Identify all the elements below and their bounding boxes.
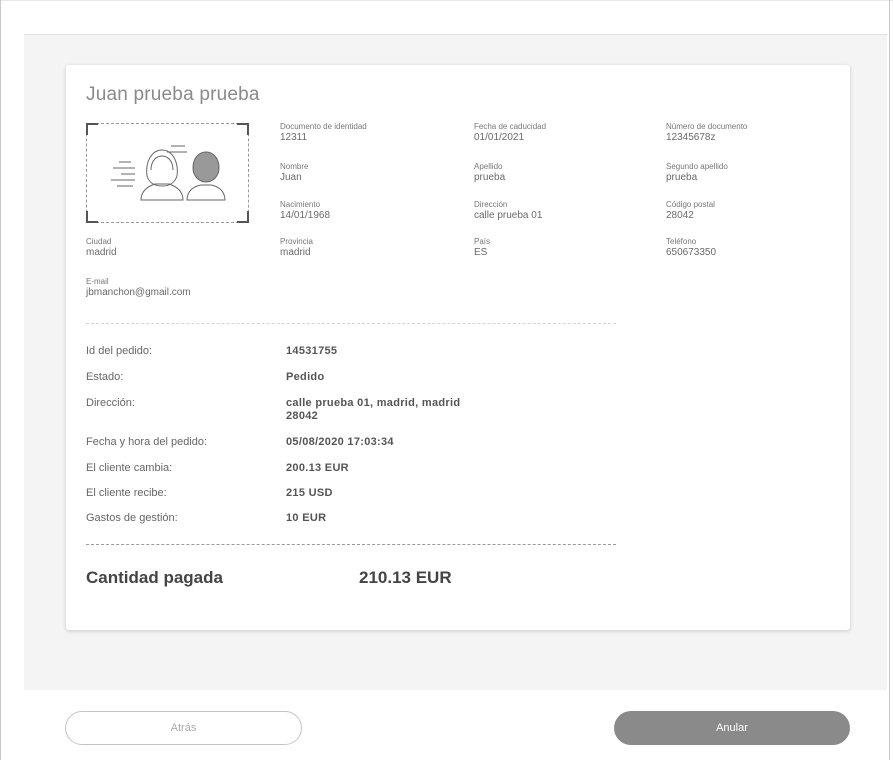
field-value: 28042 (666, 209, 694, 221)
field-label: Código postal (666, 200, 715, 209)
order-label: Dirección: (86, 397, 135, 409)
field-value: 650673350 (666, 246, 717, 258)
field-surname: Apellido prueba (474, 162, 506, 183)
field-value: Juan (280, 171, 302, 183)
field-country: País ES (474, 237, 491, 258)
field-label: Documento de identidad (280, 122, 367, 131)
field-label: Fecha de caducidad (474, 122, 547, 131)
id-document-people-icon (111, 145, 226, 201)
total-label: Cantidad pagada (86, 568, 223, 587)
field-label: Apellido (474, 162, 503, 171)
window-left-border (0, 0, 1, 760)
order-card: Juan prueba prueba Documento de identida… (66, 65, 850, 630)
field-address: Dirección calle prueba 01 (474, 200, 543, 221)
field-value: prueba (474, 171, 506, 183)
field-second-surname: Segundo apellido prueba (666, 162, 728, 183)
order-value: calle prueba 01, madrid, madrid (286, 397, 461, 409)
order-label: El cliente cambia: (86, 462, 173, 474)
back-button[interactable]: Atrás (65, 711, 302, 745)
field-phone: Teléfono 650673350 (666, 237, 717, 258)
field-label: Nombre (280, 162, 309, 171)
field-value: 14/01/1968 (280, 209, 331, 221)
field-label: Dirección (474, 200, 508, 209)
total-divider (86, 544, 616, 545)
field-label: Segundo apellido (666, 162, 728, 171)
field-label: Provincia (280, 237, 313, 246)
order-label: Estado: (86, 371, 124, 383)
customer-name: Juan prueba prueba (86, 84, 260, 105)
field-value: ES (474, 246, 488, 258)
id-document-frame (86, 123, 249, 223)
field-value: calle prueba 01 (474, 209, 543, 221)
field-value: 12311 (280, 131, 308, 143)
order-label: Gastos de gestión: (86, 512, 178, 524)
field-label: E-mail (86, 277, 109, 286)
field-province: Provincia madrid (280, 237, 313, 258)
field-value: madrid (86, 246, 117, 258)
order-value: 14531755 (286, 345, 338, 357)
order-value: 10 EUR (286, 512, 327, 524)
field-label: Teléfono (666, 237, 697, 246)
field-postal-code: Código postal 28042 (666, 200, 715, 221)
field-birth: Nacimiento 14/01/1968 (280, 200, 331, 221)
field-value: prueba (666, 171, 698, 183)
field-first-name: Nombre Juan (280, 162, 309, 183)
window-top-border (0, 0, 893, 1)
field-label: País (474, 237, 491, 246)
cancel-order-button[interactable]: Anular (614, 711, 850, 745)
order-value-line2: 28042 (286, 410, 319, 422)
field-doc-number: Número de documento 12345678z (666, 122, 748, 143)
field-value: jbmanchon@gmail.com (86, 286, 191, 298)
field-city: Ciudad madrid (86, 237, 117, 258)
field-label: Nacimiento (280, 200, 321, 209)
field-label: Número de documento (666, 122, 748, 131)
order-label: Fecha y hora del pedido: (86, 436, 208, 448)
field-label: Ciudad (86, 237, 112, 246)
field-doc-identity: Documento de identidad 12311 (280, 122, 367, 143)
field-value: 01/01/2021 (474, 131, 525, 143)
total-value: 210.13 EUR (359, 568, 452, 587)
field-value: 12345678z (666, 131, 716, 143)
order-value: 215 USD (286, 487, 333, 499)
order-value: Pedido (286, 371, 325, 383)
field-value: madrid (280, 246, 311, 258)
field-email: E-mail jbmanchon@gmail.com (86, 277, 191, 298)
window-right-border (889, 0, 890, 760)
order-label: Id del pedido: (86, 345, 153, 357)
order-value: 05/08/2020 17:03:34 (286, 436, 394, 448)
field-expiry: Fecha de caducidad 01/01/2021 (474, 122, 547, 143)
order-label: El cliente recibe: (86, 487, 167, 499)
order-value: 200.13 EUR (286, 462, 349, 474)
section-divider (86, 323, 616, 324)
